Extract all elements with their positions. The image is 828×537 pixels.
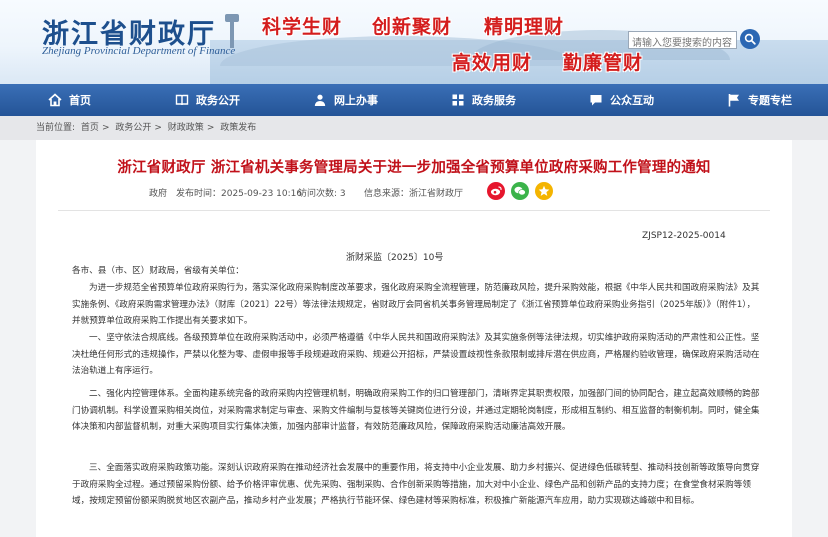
- flag-icon: [726, 92, 742, 108]
- nav-item-label: 专题专栏: [748, 94, 792, 107]
- banner-pagoda: [225, 14, 239, 48]
- article-publisher: 政府: [149, 189, 168, 199]
- breadcrumb-separator: >: [206, 123, 215, 133]
- nav-item-home[interactable]: 首页: [0, 84, 138, 116]
- article-paragraph: 二、强化内控管理体系。全面构建系统完备的政府采购内控管理机制，明确政府采购工作的…: [72, 389, 760, 432]
- breadcrumb-item-policy-release[interactable]: 政策发布: [220, 123, 256, 133]
- slogan-3: 精明理财: [484, 16, 565, 38]
- article-paragraph: 为进一步规范全省预算单位政府采购行为，落实深化政府采购制度改革要求，强化政府采购…: [72, 283, 760, 326]
- site-logo-en: Zhejiang Provincial Department of Financ…: [42, 45, 236, 57]
- article-paragraph: 一、坚守依法合规底线。各级预算单位在政府采购活动中，必须严格遵循《中华人民共和国…: [72, 333, 760, 376]
- article-paragraph: 三、全面落实政府采购政策功能。深刻认识政府采购在推动经济社会发展中的重要作用，将…: [72, 463, 760, 506]
- breadcrumb-item-government-affairs[interactable]: 政务公开: [115, 123, 151, 133]
- breadcrumb-prefix: 当前位置:: [36, 123, 76, 133]
- article-greeting: 各市、县（市、区）财政局，省级有关单位：: [72, 266, 244, 276]
- breadcrumb-item-fiscal-policy[interactable]: 财政政策: [168, 123, 204, 133]
- site-banner: 浙江省财政厅 Zhejiang Provincial Department of…: [0, 0, 828, 84]
- title-divider: [58, 210, 770, 211]
- book-icon: [174, 92, 190, 108]
- slogan-4: 高效用财: [452, 52, 533, 74]
- main-nav: 首页 政务公开 网上办事 政务服务 公众互动 专题专栏: [0, 84, 828, 116]
- nav-item-label: 首页: [69, 94, 91, 107]
- slogan-2: 创新聚财: [372, 16, 453, 38]
- document-number: 浙财采监〔2025〕10号: [346, 253, 444, 263]
- breadcrumb-separator: >: [101, 123, 110, 133]
- article-source: 信息来源：浙江省财政厅: [364, 189, 464, 199]
- nav-item-public-interaction[interactable]: 公众互动: [552, 84, 690, 116]
- slogan-1: 科学生财: [262, 16, 343, 38]
- search-input[interactable]: 请输入您要搜索的内容: [628, 31, 737, 49]
- article-title: 浙江省财政厅 浙江省机关事务管理局关于进一步加强全省预算单位政府采购工作管理的通…: [117, 160, 711, 176]
- nav-item-special-topics[interactable]: 专题专栏: [690, 84, 828, 116]
- breadcrumb-item-home[interactable]: 首页: [81, 123, 99, 133]
- person-icon: [312, 92, 328, 108]
- nav-item-label: 公众互动: [610, 94, 654, 107]
- article-panel: 浙江省财政厅 浙江省机关事务管理局关于进一步加强全省预算单位政府采购工作管理的通…: [36, 140, 792, 537]
- home-icon: [47, 92, 63, 108]
- document-code: ZJSP12-2025-0014: [642, 231, 726, 241]
- search-button[interactable]: [740, 29, 760, 49]
- nav-item-government-affairs[interactable]: 政务公开: [138, 84, 276, 116]
- grid-icon: [450, 92, 466, 108]
- nav-item-label: 政务公开: [196, 94, 240, 107]
- nav-item-label: 网上办事: [334, 94, 378, 107]
- nav-item-government-services[interactable]: 政务服务: [414, 84, 552, 116]
- weibo-icon: [490, 186, 502, 196]
- breadcrumb-separator: >: [154, 123, 162, 133]
- share-weibo-button[interactable]: [487, 182, 505, 200]
- wechat-icon: [514, 186, 526, 196]
- nav-item-label: 政务服务: [472, 94, 516, 107]
- nav-item-online-services[interactable]: 网上办事: [276, 84, 414, 116]
- chat-icon: [588, 92, 604, 108]
- favorite-button[interactable]: [535, 182, 553, 200]
- article-date: 发布时间：2025-09-23 10:16: [176, 189, 303, 199]
- share-wechat-button[interactable]: [511, 182, 529, 200]
- article-visits: 访问次数: 3: [298, 189, 346, 199]
- star-icon: [538, 185, 550, 196]
- slogan-5: 勤廉管财: [563, 52, 644, 74]
- breadcrumb: 当前位置: 首页 > 政务公开 > 财政政策 > 政策发布: [0, 116, 828, 140]
- search-icon: [744, 33, 756, 45]
